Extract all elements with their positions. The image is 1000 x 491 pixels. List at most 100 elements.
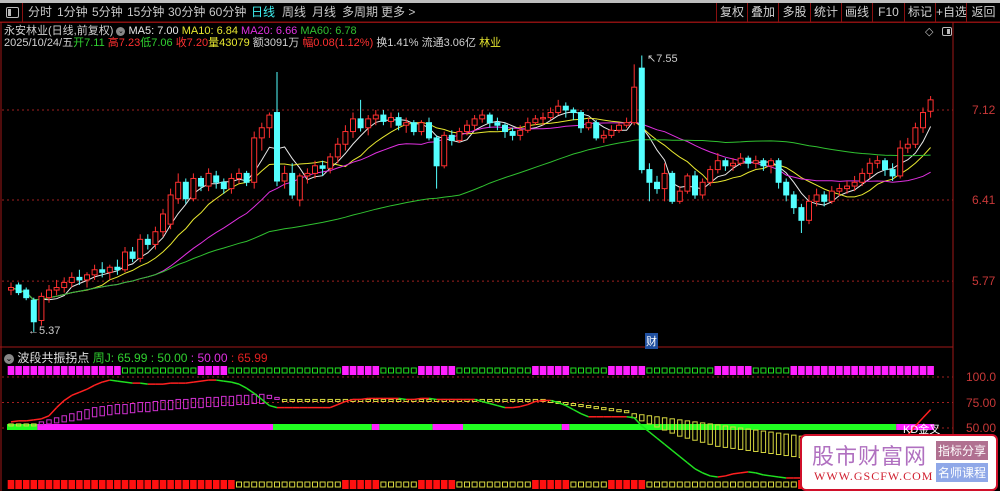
high-price-label: 7.55 bbox=[656, 53, 678, 65]
candle bbox=[585, 117, 592, 131]
signal-square-yellow bbox=[509, 481, 516, 488]
candle bbox=[532, 115, 539, 126]
signal-square-red bbox=[121, 480, 129, 489]
signal-square-filled bbox=[440, 366, 448, 375]
finance-marker[interactable]: 财 bbox=[645, 333, 658, 349]
candle bbox=[53, 279, 60, 296]
candle-body bbox=[8, 287, 14, 291]
indicator-settings-icon[interactable]: ⌄ bbox=[4, 353, 14, 364]
signal-square-red bbox=[539, 480, 547, 489]
signal-square-filled bbox=[866, 366, 874, 375]
candle-body bbox=[638, 67, 645, 171]
j-line-segment bbox=[63, 394, 73, 402]
j-line-segment bbox=[26, 419, 34, 422]
candle bbox=[631, 64, 638, 126]
signal-square-yellow bbox=[722, 481, 729, 488]
j-line-segment bbox=[269, 404, 278, 409]
signal-square-hollow bbox=[167, 367, 174, 374]
signal-square-yellow bbox=[570, 481, 577, 488]
indicator-header: ⌄ 波段共振拐点 周J: 65.99 : 50.00 : 50.00 : 65.… bbox=[4, 349, 268, 366]
indicator-share-button[interactable]: 指标分享 bbox=[936, 441, 989, 460]
indicator-bar bbox=[601, 407, 607, 411]
candle-body bbox=[684, 175, 691, 192]
indicator-bar bbox=[335, 398, 341, 402]
candle-body bbox=[327, 156, 334, 169]
j-line-segment bbox=[79, 388, 88, 393]
indicator-bar bbox=[183, 398, 189, 410]
signal-square-filled bbox=[820, 366, 828, 375]
candle-body bbox=[707, 169, 714, 183]
candle bbox=[783, 178, 790, 202]
candle bbox=[730, 158, 736, 171]
indicator-value-2: : 50.00 bbox=[150, 351, 188, 365]
j-line-segment bbox=[56, 399, 65, 409]
candle-body bbox=[821, 194, 828, 202]
indicator-bar bbox=[418, 398, 425, 402]
signal-square-hollow bbox=[274, 367, 280, 374]
signal-square-filled bbox=[547, 366, 554, 375]
signal-square-red bbox=[228, 480, 235, 489]
j-line-segment bbox=[763, 474, 772, 477]
indicator-bar bbox=[122, 404, 128, 415]
signal-square-filled bbox=[53, 366, 60, 375]
candle bbox=[524, 117, 531, 133]
candle bbox=[357, 99, 364, 132]
signal-square-yellow bbox=[236, 481, 242, 488]
indicator-bar bbox=[494, 398, 501, 402]
candle-body bbox=[502, 124, 508, 133]
candle bbox=[912, 122, 919, 149]
candle bbox=[106, 264, 113, 280]
teacher-course-button[interactable]: 名师课程 bbox=[936, 463, 989, 482]
watermark-title: 股市财富网 bbox=[812, 444, 928, 469]
candle-body bbox=[654, 181, 660, 190]
j-line-segment bbox=[10, 420, 19, 423]
candle-body bbox=[304, 172, 311, 177]
ma20-line bbox=[10, 121, 931, 301]
signal-square-yellow bbox=[274, 481, 280, 488]
signal-square-red bbox=[114, 480, 121, 489]
candle bbox=[684, 173, 691, 194]
signal-square-red bbox=[205, 480, 212, 489]
candle bbox=[502, 122, 508, 138]
signal-square-hollow bbox=[243, 367, 250, 374]
signal-square-filled bbox=[828, 366, 836, 375]
signal-square-yellow bbox=[304, 481, 311, 488]
candle-body bbox=[137, 238, 144, 259]
signal-square-filled bbox=[919, 366, 927, 375]
j-line-segment bbox=[520, 403, 528, 408]
indicator-bar bbox=[395, 398, 402, 402]
candle bbox=[152, 226, 159, 250]
candle-body bbox=[91, 269, 98, 276]
candle-body bbox=[213, 175, 220, 183]
signal-square-red bbox=[638, 480, 646, 489]
signal-square-filled bbox=[813, 366, 820, 375]
chart-canvas[interactable] bbox=[0, 0, 1000, 491]
signal-square-red bbox=[364, 480, 372, 489]
signal-square-hollow bbox=[410, 367, 417, 374]
indicator-bar bbox=[509, 398, 516, 402]
signal-square-hollow bbox=[304, 367, 311, 374]
candle bbox=[547, 107, 554, 121]
signal-square-filled bbox=[737, 366, 744, 375]
signal-square-red bbox=[83, 480, 91, 489]
j-line-segment bbox=[109, 379, 118, 382]
candle bbox=[509, 127, 516, 141]
candle-body bbox=[866, 162, 873, 174]
j-line-segment bbox=[140, 382, 148, 385]
candle-body bbox=[23, 289, 30, 299]
candle-body bbox=[578, 112, 584, 129]
candle-body bbox=[806, 200, 812, 221]
candle-body bbox=[608, 129, 615, 136]
signal-square-filled bbox=[60, 366, 68, 375]
indicator-bar bbox=[137, 402, 143, 413]
signal-square-red bbox=[68, 480, 76, 489]
candle-body bbox=[464, 124, 470, 133]
candle bbox=[15, 282, 22, 296]
indicator-tick: 50.00 bbox=[966, 421, 997, 435]
signal-square-red bbox=[190, 480, 197, 489]
candle-body bbox=[562, 105, 569, 111]
indicator-bar bbox=[319, 398, 326, 402]
candle-body bbox=[289, 172, 296, 196]
indicator-value-3: : 50.00 bbox=[190, 351, 228, 365]
signal-square-filled bbox=[342, 366, 349, 375]
